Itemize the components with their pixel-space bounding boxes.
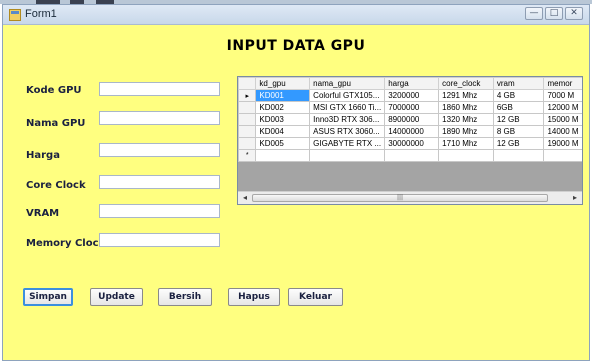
title-bar[interactable]: Form1 — □ ✕ [3,5,589,25]
table-row[interactable]: KD003 Inno3D RTX 306... 8900000 1320 Mhz… [238,113,582,126]
column-header[interactable]: nama_gpu [309,77,386,90]
kode-gpu-label: Kode GPU [26,85,82,96]
gpu-table: kd_gpu nama_gpu harga core_clock vram me… [238,77,582,162]
table-cell[interactable]: 15000 M [543,113,582,126]
scroll-right-arrow-icon[interactable]: ▸ [569,193,581,203]
table-cell[interactable]: Inno3D RTX 306... [309,113,386,126]
table-cell[interactable] [492,149,545,162]
window-controls: — □ ✕ [525,7,583,20]
form-heading: INPUT DATA GPU [226,38,366,54]
table-cell[interactable] [543,149,582,162]
harga-input[interactable] [99,143,220,157]
vram-input[interactable] [99,204,220,218]
form-window: Form1 — □ ✕ INPUT DATA GPU Kode GPU Nama… [2,4,590,361]
table-row[interactable]: KD002 MSI GTX 1660 Ti... 7000000 1860 Mh… [238,101,582,114]
app-icon [9,9,21,21]
scrollbar-thumb[interactable]: ||| [252,194,548,202]
table-cell[interactable]: KD005 [255,137,311,150]
table-cell[interactable]: MSI GTX 1660 Ti... [309,101,386,114]
table-cell[interactable]: 1291 Mhz [438,89,494,102]
table-cell[interactable] [438,149,494,162]
table-cell[interactable] [309,149,386,162]
table-row[interactable]: KD004 ASUS RTX 3060... 14000000 1890 Mhz… [238,125,582,138]
memory-clock-input[interactable] [99,233,220,247]
maximize-button[interactable]: □ [545,7,563,20]
table-row[interactable]: KD005 GIGABYTE RTX ... 30000000 1710 Mhz… [238,137,582,150]
table-cell[interactable]: Colorful GTX105... [309,89,386,102]
row-header[interactable] [238,101,257,114]
table-cell[interactable]: 14000000 [384,125,440,138]
table-cell[interactable]: 7000 M [543,89,582,102]
table-cell[interactable]: 3200000 [384,89,440,102]
table-cell[interactable]: 4 GB [492,89,545,102]
table-cell[interactable]: KD004 [255,125,311,138]
close-button[interactable]: ✕ [565,7,583,20]
table-cell[interactable]: 8 GB [492,125,545,138]
column-header[interactable]: vram [492,77,545,90]
table-cell[interactable]: 12000 M [543,101,582,114]
minimize-button[interactable]: — [525,7,543,20]
table-cell[interactable]: 8900000 [384,113,440,126]
nama-gpu-label: Nama GPU [26,118,86,129]
keluar-button[interactable]: Keluar [288,288,343,306]
update-button[interactable]: Update [90,288,143,306]
table-cell[interactable]: GIGABYTE RTX ... [309,137,386,150]
simpan-button[interactable]: Simpan [23,288,73,306]
table-cell[interactable]: 12 GB [492,113,545,126]
table-header-row: kd_gpu nama_gpu harga core_clock vram me… [238,77,582,90]
nama-gpu-input[interactable] [99,111,220,125]
row-header[interactable] [238,113,257,126]
row-header[interactable] [238,125,257,138]
table-cell[interactable]: 30000000 [384,137,440,150]
table-cell[interactable]: 1860 Mhz [438,101,494,114]
table-cell[interactable]: 1710 Mhz [438,137,494,150]
column-header[interactable]: core_clock [438,77,494,90]
table-cell[interactable]: KD003 [255,113,311,126]
table-cell[interactable]: 1890 Mhz [438,125,494,138]
table-cell[interactable]: KD001 [255,89,311,102]
hapus-button[interactable]: Hapus [228,288,280,306]
kode-gpu-input[interactable] [99,82,220,96]
table-cell[interactable]: 12 GB [492,137,545,150]
table-cell[interactable]: ASUS RTX 3060... [309,125,386,138]
table-cell[interactable]: 19000 M [543,137,582,150]
vram-label: VRAM [26,208,60,219]
harga-label: Harga [26,150,60,161]
table-cell[interactable]: 1320 Mhz [438,113,494,126]
table-cell[interactable]: 14000 M [543,125,582,138]
horizontal-scrollbar[interactable]: ◂ ||| ▸ [238,191,582,204]
table-cell[interactable]: 6GB [492,101,545,114]
core-clock-label: Core Clock [26,180,86,191]
row-header-corner [238,77,257,90]
column-header[interactable]: kd_gpu [255,77,311,90]
memory-clock-label: Memory Clock [26,238,106,249]
window-title: Form1 [25,8,57,20]
core-clock-input[interactable] [99,175,220,189]
column-header[interactable]: memor [543,77,582,90]
scroll-left-arrow-icon[interactable]: ◂ [239,193,251,203]
column-header[interactable]: harga [384,77,440,90]
table-cell[interactable]: KD002 [255,101,311,114]
row-header[interactable] [238,137,257,150]
current-row-marker[interactable]: ▸ [238,89,257,102]
table-cell[interactable] [384,149,440,162]
table-cell[interactable] [255,149,311,162]
bersih-button[interactable]: Bersih [158,288,212,306]
gpu-data-grid[interactable]: kd_gpu nama_gpu harga core_clock vram me… [237,76,583,205]
table-cell[interactable]: 7000000 [384,101,440,114]
new-row-marker[interactable]: * [238,149,257,162]
table-row[interactable]: ▸ KD001 Colorful GTX105... 3200000 1291 … [238,89,582,102]
new-row[interactable]: * [238,149,582,162]
